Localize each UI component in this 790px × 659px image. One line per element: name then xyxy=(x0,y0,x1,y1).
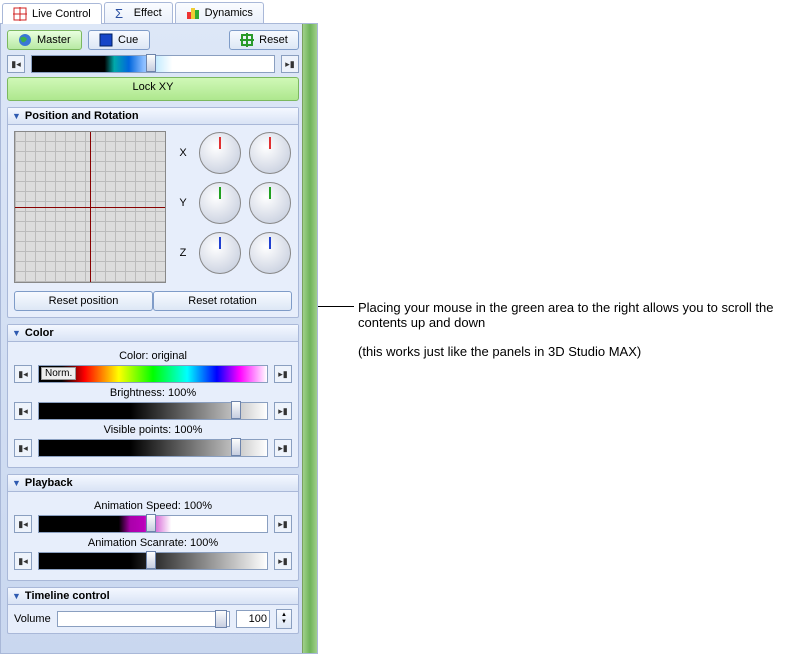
anim-speed-slider[interactable] xyxy=(38,515,268,533)
tab-effect[interactable]: Σ Effect xyxy=(104,2,173,23)
seek-start-button[interactable]: ▮◂ xyxy=(14,365,32,383)
reset-rotation-button[interactable]: Reset rotation xyxy=(153,291,292,311)
top-slider-thumb[interactable] xyxy=(146,54,156,72)
lock-xy-button[interactable]: Lock XY xyxy=(7,77,299,101)
visible-points-slider[interactable] xyxy=(38,439,268,457)
reset-button[interactable]: Reset xyxy=(229,30,299,50)
knob-y-2[interactable] xyxy=(249,182,291,224)
section-header-playback[interactable]: ▼ Playback xyxy=(8,475,298,492)
annotation: Placing your mouse in the green area to … xyxy=(318,0,790,654)
knob-y-1[interactable] xyxy=(199,182,241,224)
top-slider-track[interactable] xyxy=(31,55,275,73)
section-header-timeline[interactable]: ▼ Timeline control xyxy=(8,588,298,605)
volume-input[interactable] xyxy=(236,610,270,628)
dynamics-icon xyxy=(186,6,200,20)
effect-icon: Σ xyxy=(115,6,129,20)
annotation-leader-line xyxy=(318,306,354,307)
volume-spinner[interactable]: ▲▼ xyxy=(276,609,292,629)
annotation-text-2: (this works just like the panels in 3D S… xyxy=(358,344,790,359)
section-header-posrot[interactable]: ▼ Position and Rotation xyxy=(8,108,298,125)
tab-bar: Live Control Σ Effect Dynamics xyxy=(0,0,318,24)
reset-position-button[interactable]: Reset position xyxy=(14,291,153,311)
seek-end-button[interactable]: ▸▮ xyxy=(274,515,292,533)
cue-button[interactable]: Cue xyxy=(88,30,150,50)
knob-z-2[interactable] xyxy=(249,232,291,274)
anim-speed-label: Animation Speed: 100% xyxy=(14,500,292,512)
volume-label: Volume xyxy=(14,613,51,625)
seek-end-button[interactable]: ▸▮ xyxy=(274,439,292,457)
seek-start-button[interactable]: ▮◂ xyxy=(14,439,32,457)
section-header-color[interactable]: ▼ Color xyxy=(8,325,298,342)
color-title: Color: original xyxy=(14,350,292,362)
color-slider[interactable]: Norm. xyxy=(38,365,268,383)
volume-slider[interactable] xyxy=(57,611,230,627)
anim-scanrate-label: Animation Scanrate: 100% xyxy=(14,537,292,549)
volume-thumb[interactable] xyxy=(215,610,227,628)
brightness-slider[interactable] xyxy=(38,402,268,420)
svg-text:Σ: Σ xyxy=(115,6,123,20)
seek-end-button[interactable]: ▸▮ xyxy=(281,55,299,73)
norm-chip[interactable]: Norm. xyxy=(41,367,76,380)
live-control-icon xyxy=(13,7,27,21)
knob-x-1[interactable] xyxy=(199,132,241,174)
axis-x-label: X xyxy=(179,147,186,159)
seek-start-button[interactable]: ▮◂ xyxy=(14,552,32,570)
brightness-thumb[interactable] xyxy=(231,401,241,419)
tab-dynamics[interactable]: Dynamics xyxy=(175,2,264,23)
seek-end-button[interactable]: ▸▮ xyxy=(274,552,292,570)
collapse-icon: ▼ xyxy=(12,328,21,338)
scroll-strip[interactable] xyxy=(302,24,317,653)
seek-end-button[interactable]: ▸▮ xyxy=(274,365,292,383)
collapse-icon: ▼ xyxy=(12,478,21,488)
master-button[interactable]: Master xyxy=(7,30,82,50)
axis-y-label: Y xyxy=(179,197,186,209)
globe-icon xyxy=(18,33,32,47)
collapse-icon: ▼ xyxy=(12,591,21,601)
tab-label: Effect xyxy=(134,7,162,19)
anim-scanrate-slider[interactable] xyxy=(38,552,268,570)
seek-end-button[interactable]: ▸▮ xyxy=(274,402,292,420)
knob-z-1[interactable] xyxy=(199,232,241,274)
seek-start-button[interactable]: ▮◂ xyxy=(14,402,32,420)
axis-z-label: Z xyxy=(180,247,187,259)
seek-start-button[interactable]: ▮◂ xyxy=(7,55,25,73)
reset-icon xyxy=(240,33,254,47)
tab-label: Dynamics xyxy=(205,7,253,19)
anim-speed-thumb[interactable] xyxy=(146,514,156,532)
tab-live-control[interactable]: Live Control xyxy=(2,3,102,24)
anim-scanrate-thumb[interactable] xyxy=(146,551,156,569)
visible-points-label: Visible points: 100% xyxy=(14,424,292,436)
visible-points-thumb[interactable] xyxy=(231,438,241,456)
cue-icon xyxy=(99,33,113,47)
xy-position-pad[interactable] xyxy=(14,131,166,283)
seek-start-button[interactable]: ▮◂ xyxy=(14,515,32,533)
annotation-text-1: Placing your mouse in the green area to … xyxy=(358,300,790,330)
tab-label: Live Control xyxy=(32,8,91,20)
knob-x-2[interactable] xyxy=(249,132,291,174)
collapse-icon: ▼ xyxy=(12,111,21,121)
brightness-label: Brightness: 100% xyxy=(14,387,292,399)
rotation-knobs: X Y Z xyxy=(174,131,292,283)
